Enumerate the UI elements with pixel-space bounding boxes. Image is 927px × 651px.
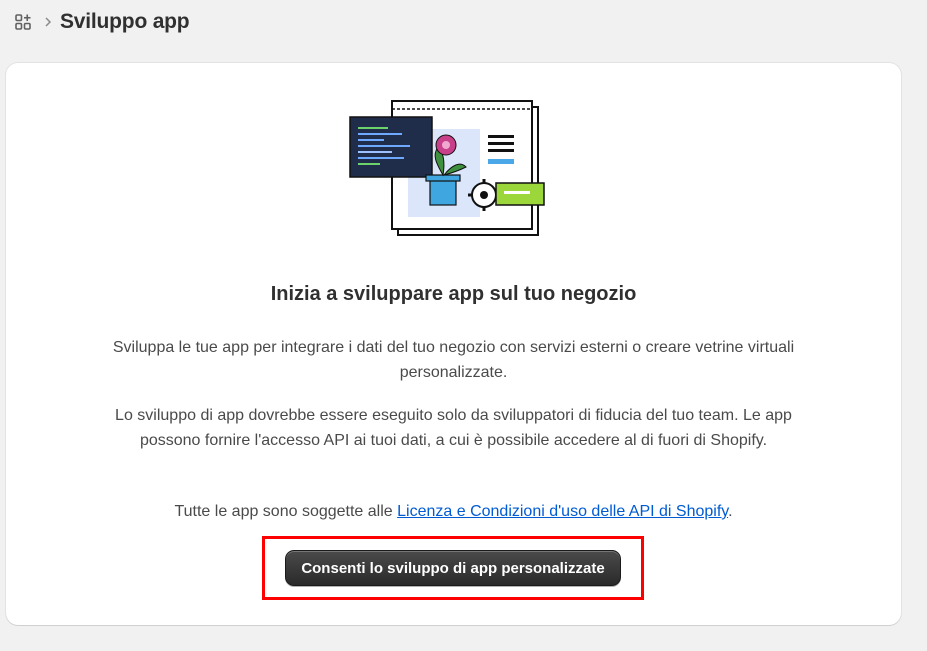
breadcrumb-chevron-icon [44,16,52,28]
trust-warning-paragraph: Lo sviluppo di app dovrebbe essere esegu… [115,407,792,449]
terms-paragraph: Tutte le app sono soggette alle Licenza … [106,499,801,524]
intro-paragraph: Sviluppa le tue app per integrare i dati… [112,339,795,381]
card-heading: Inizia a sviluppare app sul tuo negozio [270,283,637,305]
api-terms-link[interactable]: Licenza e Condizioni d'uso delle API di … [397,503,728,520]
page-title: Sviluppo app [60,10,190,33]
terms-suffix: . [728,503,733,520]
highlight-box: Consenti lo sviluppo di app personalizza… [262,536,644,600]
page-header: Sviluppo app [14,8,190,36]
app-development-card: Inizia a sviluppare app sul tuo negozio … [6,63,901,625]
apps-grid-icon[interactable] [14,13,32,31]
allow-custom-app-development-button[interactable]: Consenti lo sviluppo di app personalizza… [285,550,621,586]
terms-prefix: Tutte le app sono soggette alle [174,503,398,520]
app-development-illustration [349,100,545,236]
